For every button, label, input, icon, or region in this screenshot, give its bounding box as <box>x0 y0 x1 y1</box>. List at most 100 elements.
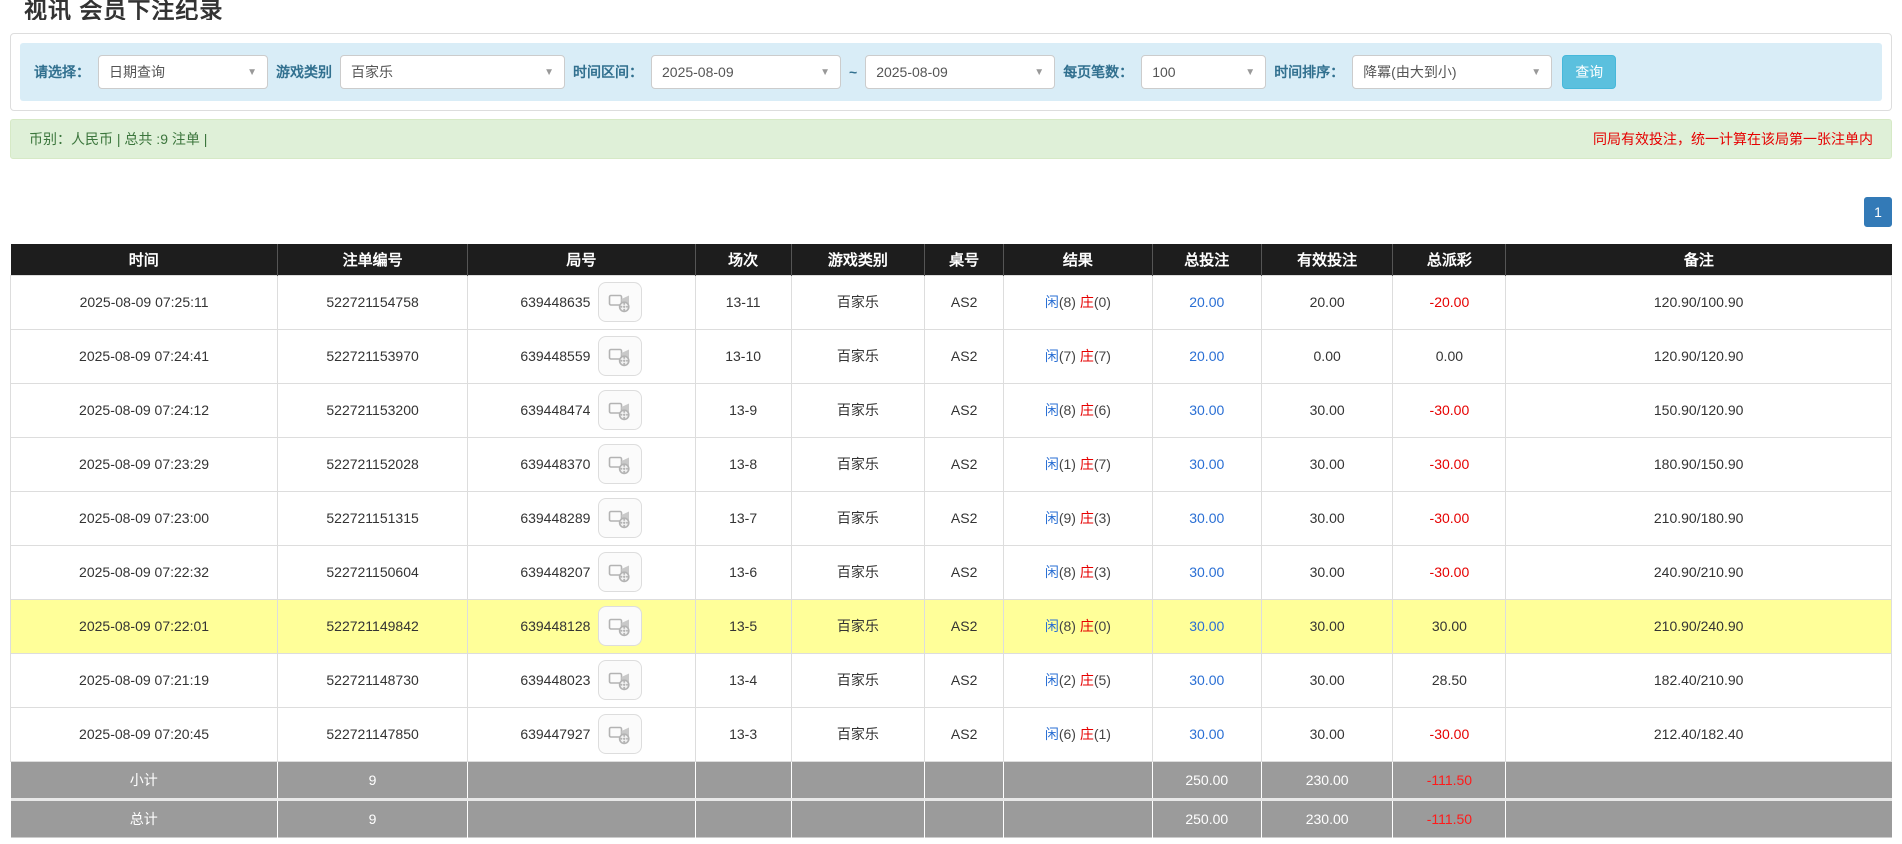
cell-session: 13-5 <box>695 599 791 653</box>
cell-valid-bet: 30.00 <box>1261 599 1393 653</box>
total-bet-link[interactable]: 20.00 <box>1189 294 1224 310</box>
round-id-group: 639448289 <box>520 498 642 538</box>
result-banker-label: 庄 <box>1080 402 1094 418</box>
total-bet-link[interactable]: 30.00 <box>1189 510 1224 526</box>
cell-game-type: 百家乐 <box>791 707 925 761</box>
cell-payout: -30.00 <box>1393 707 1506 761</box>
video-replay-button[interactable] <box>598 660 642 700</box>
footer-count: 9 <box>278 799 468 837</box>
round-id-group: 639448370 <box>520 444 642 484</box>
query-type-label: 请选择： <box>34 62 90 82</box>
table-footer: 小计9250.00230.00-111.50总计9250.00230.00-11… <box>11 761 1892 837</box>
cell-table-no: AS2 <box>925 437 1004 491</box>
cell-bet-id: 522721152028 <box>278 437 468 491</box>
video-replay-button[interactable] <box>598 390 642 430</box>
cell-time: 2025-08-09 07:22:01 <box>11 599 278 653</box>
video-replay-button[interactable] <box>598 714 642 754</box>
video-replay-button[interactable] <box>598 552 642 592</box>
header-round-id: 局号 <box>468 244 696 275</box>
cell-total-bet: 30.00 <box>1152 437 1261 491</box>
cell-remark: 210.90/240.90 <box>1506 599 1892 653</box>
cell-result: 闲(8) 庄(0) <box>1004 599 1153 653</box>
cell-time: 2025-08-09 07:24:12 <box>11 383 278 437</box>
footer-label: 总计 <box>11 799 278 837</box>
summary-bar: 币别：人民币 | 总共 :9 注单 | 同局有效投注，统一计算在该局第一张注单内 <box>10 119 1892 159</box>
cell-bet-id: 522721148730 <box>278 653 468 707</box>
cell-total-bet: 30.00 <box>1152 599 1261 653</box>
cell-remark: 212.40/182.40 <box>1506 707 1892 761</box>
video-camera-icon <box>608 723 632 745</box>
total-bet-link[interactable]: 30.00 <box>1189 618 1224 634</box>
cell-game-type: 百家乐 <box>791 653 925 707</box>
video-replay-button[interactable] <box>598 606 642 646</box>
filter-bar: 请选择： 日期查询 ▼ 游戏类别 百家乐 ▼ 时间区间： 2025-08-09 … <box>20 43 1882 101</box>
round-id-value: 639448128 <box>520 618 590 634</box>
game-type-select[interactable]: 百家乐 ▼ <box>340 55 565 89</box>
round-id-value: 639447927 <box>520 726 590 742</box>
cell-time: 2025-08-09 07:22:32 <box>11 545 278 599</box>
search-button[interactable]: 查询 <box>1562 55 1616 89</box>
total-bet-link[interactable]: 30.00 <box>1189 564 1224 580</box>
result-player-count: (8) <box>1059 564 1080 580</box>
result-banker-count: (0) <box>1094 618 1111 634</box>
cell-payout: 30.00 <box>1393 599 1506 653</box>
cell-total-bet: 30.00 <box>1152 491 1261 545</box>
cell-table-no: AS2 <box>925 545 1004 599</box>
cell-game-type: 百家乐 <box>791 329 925 383</box>
cell-total-bet: 30.00 <box>1152 545 1261 599</box>
per-page-label: 每页笔数： <box>1063 62 1133 82</box>
cell-valid-bet: 30.00 <box>1261 545 1393 599</box>
cell-time: 2025-08-09 07:24:41 <box>11 329 278 383</box>
video-replay-button[interactable] <box>598 498 642 538</box>
footer-empty-session <box>695 799 791 837</box>
cell-payout: -30.00 <box>1393 383 1506 437</box>
result-player-label: 闲 <box>1045 564 1059 580</box>
cell-remark: 120.90/120.90 <box>1506 329 1892 383</box>
page-button-1[interactable]: 1 <box>1864 197 1892 227</box>
cell-valid-bet: 30.00 <box>1261 383 1393 437</box>
result-banker-label: 庄 <box>1080 672 1094 688</box>
header-table-no: 桌号 <box>925 244 1004 275</box>
total-bet-link[interactable]: 30.00 <box>1189 402 1224 418</box>
total-bet-link[interactable]: 30.00 <box>1189 726 1224 742</box>
total-bet-link[interactable]: 30.00 <box>1189 672 1224 688</box>
table-row: 2025-08-09 07:23:00522721151315639448289… <box>11 491 1892 545</box>
cell-result: 闲(8) 庄(6) <box>1004 383 1153 437</box>
cell-table-no: AS2 <box>925 383 1004 437</box>
cell-session: 13-9 <box>695 383 791 437</box>
total-bet-link[interactable]: 30.00 <box>1189 456 1224 472</box>
cell-game-type: 百家乐 <box>791 491 925 545</box>
video-replay-button[interactable] <box>598 282 642 322</box>
cell-result: 闲(8) 庄(3) <box>1004 545 1153 599</box>
result-banker-count: (7) <box>1094 348 1111 364</box>
header-remark: 备注 <box>1506 244 1892 275</box>
cell-valid-bet: 30.00 <box>1261 437 1393 491</box>
total-row: 总计9250.00230.00-111.50 <box>11 799 1892 837</box>
result-banker-count: (7) <box>1094 456 1111 472</box>
total-bet-link[interactable]: 20.00 <box>1189 348 1224 364</box>
result-banker-count: (1) <box>1094 726 1111 742</box>
cell-bet-id: 522721149842 <box>278 599 468 653</box>
chevron-down-icon: ▼ <box>247 67 257 78</box>
video-replay-button[interactable] <box>598 444 642 484</box>
sort-order-select[interactable]: 降冪(由大到小) ▼ <box>1352 55 1552 89</box>
footer-empty-game <box>791 761 925 799</box>
per-page-select[interactable]: 100 ▼ <box>1141 55 1266 89</box>
date-to-picker[interactable]: 2025-08-09 ▼ <box>865 55 1055 89</box>
result-banker-label: 庄 <box>1080 726 1094 742</box>
query-type-select[interactable]: 日期查询 ▼ <box>98 55 268 89</box>
date-from-picker[interactable]: 2025-08-09 ▼ <box>651 55 841 89</box>
footer-empty-session <box>695 761 791 799</box>
cell-bet-id: 522721150604 <box>278 545 468 599</box>
video-replay-button[interactable] <box>598 336 642 376</box>
cell-session: 13-6 <box>695 545 791 599</box>
cell-bet-id: 522721151315 <box>278 491 468 545</box>
round-id-value: 639448635 <box>520 294 590 310</box>
header-total-bet: 总投注 <box>1152 244 1261 275</box>
cell-round-id: 639448289 <box>468 491 696 545</box>
cell-valid-bet: 30.00 <box>1261 707 1393 761</box>
footer-payout: -111.50 <box>1393 761 1506 799</box>
video-camera-icon <box>608 669 632 691</box>
video-camera-icon <box>608 507 632 529</box>
cell-table-no: AS2 <box>925 599 1004 653</box>
